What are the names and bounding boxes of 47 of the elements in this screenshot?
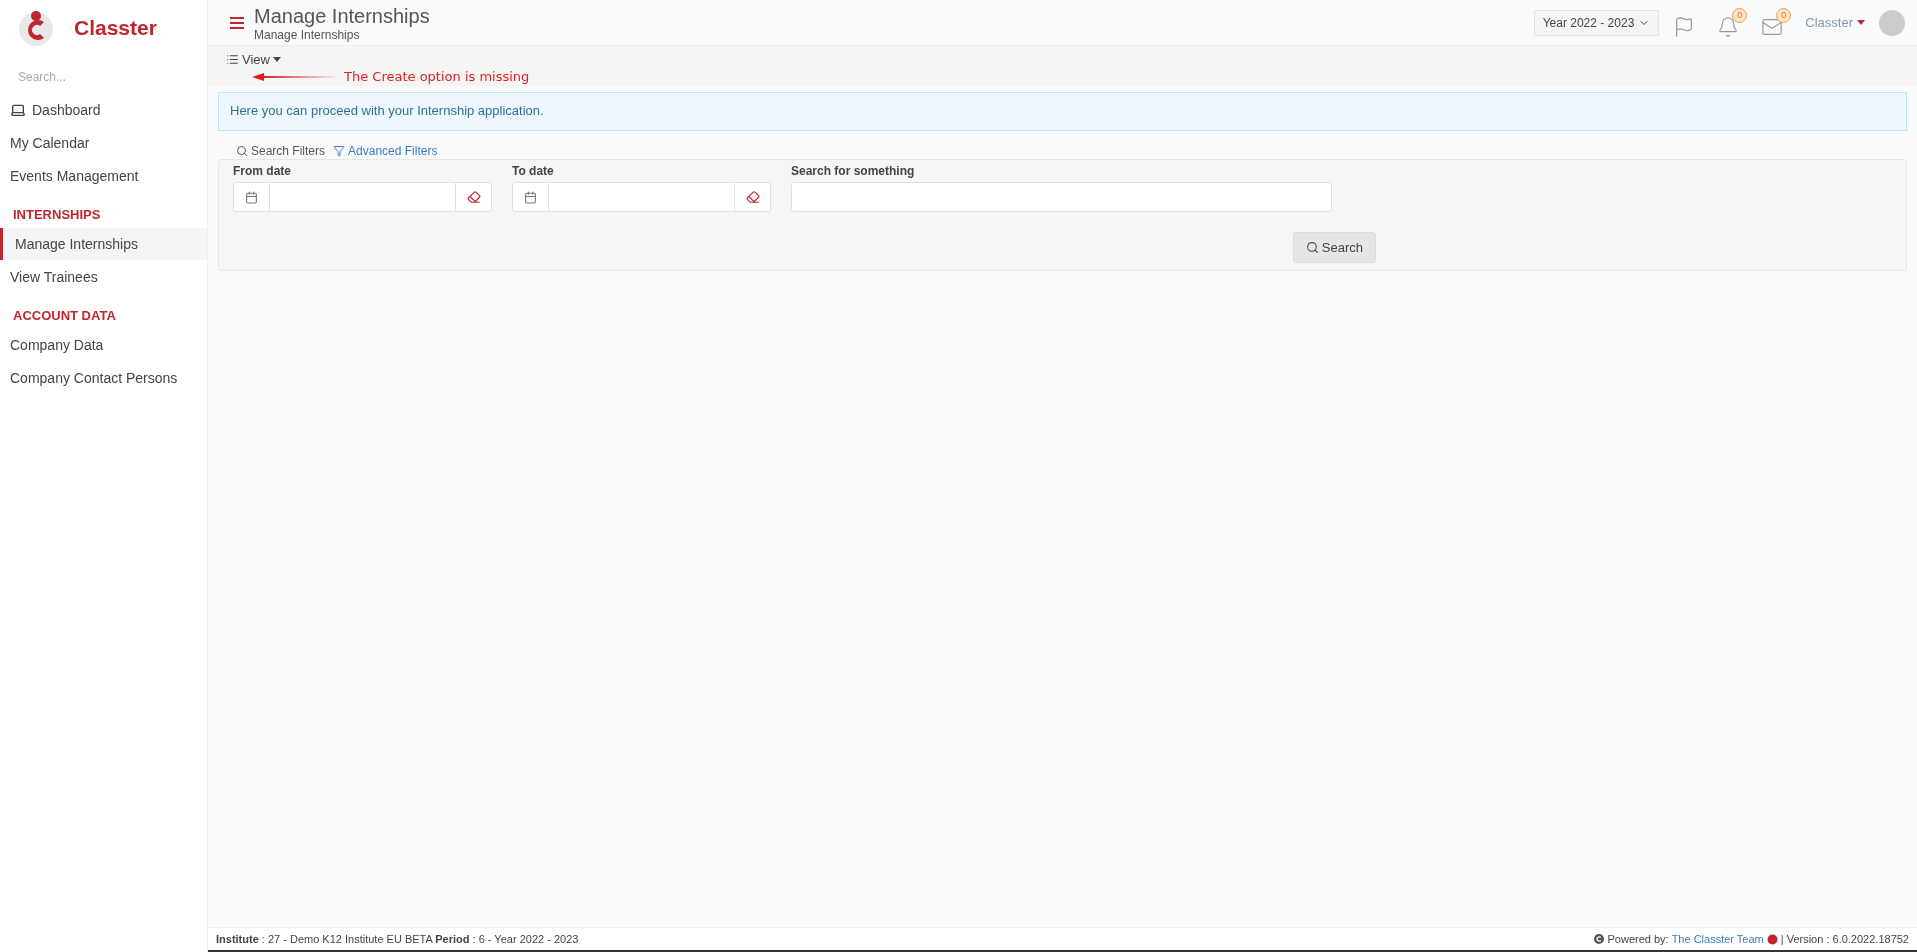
- year-select[interactable]: Year 2022 - 2023: [1533, 9, 1660, 36]
- filter-tab[interactable]: Advanced Filters: [333, 144, 438, 158]
- search-icon: [1305, 241, 1319, 254]
- sidebar-item[interactable]: Events Management: [0, 160, 207, 192]
- info-message: Here you can proceed with your Internship application.: [218, 92, 1907, 131]
- filter-icon: [333, 145, 346, 157]
- sidebar-item[interactable]: Dashboard: [0, 94, 207, 126]
- view-button[interactable]: View: [226, 52, 281, 67]
- breadcrumb: Manage Internships: [254, 27, 361, 42]
- calendar-icon[interactable]: [245, 190, 258, 204]
- sidebar-item[interactable]: My Calendar: [0, 127, 207, 159]
- footer-info: Institute : 27 - Demo K12 Institute EU BETA Period : 6 - Year 2022 - 2023: [216, 933, 579, 945]
- sidebar-item[interactable]: Company Data: [0, 329, 207, 361]
- filter-tab[interactable]: Search Filters: [236, 144, 326, 158]
- brand-name: Classter: [74, 16, 157, 40]
- field-label: To date: [512, 164, 555, 178]
- list-icon: [226, 53, 239, 66]
- laptop-icon: [10, 102, 26, 118]
- eraser-icon[interactable]: [745, 190, 760, 204]
- caret-icon: [1857, 20, 1865, 25]
- sidebar-item[interactable]: Manage Internships: [0, 228, 207, 260]
- date-field[interactable]: [233, 182, 492, 212]
- logo-icon: [16, 8, 56, 48]
- sidebar-item[interactable]: View Trainees: [0, 261, 207, 293]
- field-label: From date: [233, 164, 292, 178]
- section-heading: INTERNSHIPS: [12, 206, 102, 224]
- message-badge: 0: [1776, 7, 1792, 23]
- powered-by-text: Powered by:: [1607, 933, 1669, 945]
- version-text: | Version : 6.0.2022.18752: [1780, 933, 1909, 945]
- search-icon: [236, 145, 248, 157]
- calendar-icon[interactable]: [524, 190, 537, 204]
- menu-icon[interactable]: [230, 16, 244, 29]
- notification-badge: 0: [1732, 7, 1748, 23]
- sidebar-item[interactable]: Company Contact Persons: [0, 362, 207, 394]
- date-field[interactable]: [512, 182, 771, 212]
- team-link[interactable]: The Classter Team: [1671, 933, 1764, 945]
- search-field[interactable]: [791, 182, 1332, 212]
- eraser-icon[interactable]: [466, 190, 481, 204]
- logo-icon: [1766, 933, 1778, 945]
- copyright-icon: [1594, 934, 1605, 944]
- caret-icon: [272, 57, 281, 62]
- field-label: Search for something: [791, 164, 916, 178]
- annotation-text: The Create option is missing: [344, 69, 530, 84]
- avatar[interactable]: [1879, 9, 1905, 36]
- search-button[interactable]: Search: [1292, 232, 1376, 263]
- page-title: Manage Internships: [254, 3, 430, 28]
- section-heading: ACCOUNT DATA: [12, 307, 117, 325]
